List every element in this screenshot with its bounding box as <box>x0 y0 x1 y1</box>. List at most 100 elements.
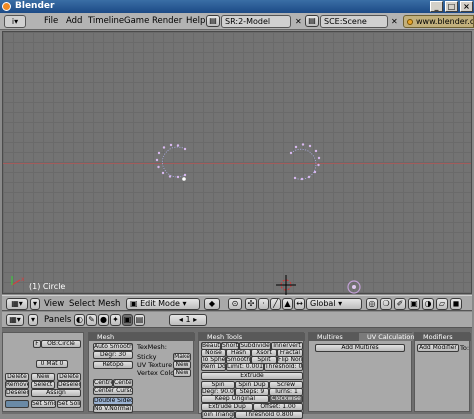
menu-render[interactable]: Render <box>152 16 182 27</box>
scene-context-icon[interactable]: ▤ <box>134 314 145 326</box>
menu-select[interactable]: Select <box>69 299 95 309</box>
menu-file[interactable]: File <box>44 16 58 27</box>
clockwise-toggle[interactable]: Clockwise <box>269 395 303 403</box>
mesh-overlay: x <box>11 143 361 295</box>
menu-timeline[interactable]: Timeline <box>88 16 124 27</box>
centre-button[interactable]: Centre <box>93 379 113 387</box>
scene-browse-button[interactable]: ▤ <box>305 15 319 27</box>
uv-calculation-tab[interactable]: UV Calculation <box>359 333 415 341</box>
threshold-field[interactable]: Threshold: 0.010 <box>264 363 303 371</box>
mode-select[interactable]: ▣ Edit Mode ▾ <box>126 298 200 310</box>
menu-view[interactable]: View <box>44 299 64 309</box>
proportional-edit-icon[interactable]: ◎ <box>366 298 378 310</box>
center-new-button[interactable]: Center New <box>113 379 133 387</box>
f-button[interactable]: F <box>33 340 41 348</box>
screen-delete-icon[interactable]: ✕ <box>295 17 302 26</box>
editor-type-menu-icon[interactable]: ▦▾ <box>6 298 28 310</box>
join-triangles-button[interactable]: Join Triangles <box>201 411 235 419</box>
multires-tab[interactable]: Multires <box>309 333 359 341</box>
buttons-editor-type-icon[interactable]: ▦▾ <box>6 314 24 326</box>
translate-icon[interactable]: ↔ <box>294 298 305 310</box>
draw-type-icon[interactable]: ◆ <box>204 298 220 310</box>
window-type-menu-icon[interactable]: i▾ <box>4 15 26 28</box>
render-preview-icon[interactable]: ◑ <box>422 298 434 310</box>
scene-delete-icon[interactable]: ✕ <box>391 17 398 26</box>
modifiers-panel: Modifiers Add Modifier To: <box>414 332 471 412</box>
delete-material-button-2[interactable]: Delete <box>57 373 81 381</box>
3d-cursor <box>276 275 296 295</box>
left-circle-vertices <box>155 143 187 179</box>
lock-icon[interactable]: ◼ <box>450 298 462 310</box>
blender-url-link[interactable]: www.blender.org <box>403 15 474 28</box>
add-multires-button[interactable]: Add Multires <box>315 344 405 352</box>
set-smooth-button[interactable]: Set Smooth <box>31 400 56 408</box>
mesh-panel-title[interactable]: Mesh <box>89 333 195 341</box>
sticky-make-button[interactable]: Make <box>173 353 191 361</box>
face-select-icon[interactable]: ▲ <box>282 298 293 310</box>
menu-help[interactable]: Help <box>186 16 205 27</box>
scene-name-field[interactable]: SCE:Scene <box>320 15 388 28</box>
blender-logo-icon <box>2 2 11 11</box>
set-solid-button[interactable]: Set Solid <box>57 400 81 408</box>
object-name-field[interactable]: OB:Circle <box>41 340 81 348</box>
script-context-icon[interactable]: ✎ <box>86 314 97 326</box>
double-sided-toggle[interactable]: Double Sided <box>93 397 133 405</box>
vertex-color-swatch[interactable] <box>5 400 29 408</box>
menu-add[interactable]: Add <box>66 16 82 27</box>
uv-texture-new-button[interactable]: New <box>173 361 191 369</box>
edge-select-icon[interactable]: ╱ <box>270 298 281 310</box>
material-index-field[interactable]: 0 Mat 0 <box>36 360 68 368</box>
rem-doubles-button[interactable]: Rem Doubles <box>201 363 226 371</box>
shading-context-icon[interactable]: ● <box>98 314 109 326</box>
degr-field[interactable]: Degr: 30 <box>93 351 133 359</box>
keep-original-toggle[interactable]: Keep Original <box>201 395 269 403</box>
buttons-collapse-icon[interactable]: ▾ <box>28 314 38 326</box>
new-material-button[interactable]: New <box>31 373 55 381</box>
select-button[interactable]: Select <box>31 381 55 389</box>
retopo-button[interactable]: Retopo <box>93 361 133 369</box>
minimize-button[interactable]: _ <box>430 1 443 12</box>
3d-viewport[interactable]: x (1) Circle <box>2 31 472 295</box>
center-cursor-button[interactable]: Center Cursor <box>93 387 133 395</box>
assign-button[interactable]: Assign <box>31 389 81 397</box>
panels-menu[interactable]: Panels <box>44 315 71 325</box>
join-threshold-field[interactable]: Threshold 0.800 <box>235 411 303 419</box>
close-button[interactable]: × <box>460 1 473 12</box>
screen-name-field[interactable]: SR:2-Model <box>221 15 291 28</box>
vertex-color-new-button[interactable]: New <box>173 369 191 377</box>
layer-icon[interactable]: ▣ <box>408 298 420 310</box>
camera-icon[interactable]: ▱ <box>436 298 448 310</box>
maximize-button[interactable]: □ <box>445 1 458 12</box>
delete-material-button[interactable]: Delete <box>5 373 29 381</box>
limit-field[interactable]: Limit: 0.001 <box>226 363 264 371</box>
occlude-background-icon[interactable]: ❍ <box>380 298 392 310</box>
screen-browse-button[interactable]: ▤ <box>206 15 220 27</box>
mesh-tools-panel-title[interactable]: Mesh Tools <box>199 333 305 341</box>
remove-button[interactable]: Remove <box>5 381 29 389</box>
menu-game[interactable]: Game <box>124 16 149 27</box>
extrude-dup-button[interactable]: Extrude Dup <box>201 403 253 411</box>
deselect-button[interactable]: Deselect <box>57 381 81 389</box>
menu-mesh[interactable]: Mesh <box>98 299 120 309</box>
object-context-icon[interactable]: ✦ <box>110 314 121 326</box>
editing-context-icon[interactable]: ▣ <box>122 314 133 326</box>
no-v-normal-flip-toggle[interactable]: No V.Normal Flip <box>93 405 133 413</box>
header-collapse-icon[interactable]: ▾ <box>30 298 40 310</box>
sticky-label: Sticky <box>137 353 157 361</box>
object-center-marker <box>347 280 361 294</box>
modifiers-panel-title[interactable]: Modifiers <box>415 333 471 341</box>
add-modifier-button[interactable]: Add Modifier <box>417 344 459 352</box>
vertex-select-icon[interactable]: · <box>258 298 269 310</box>
manipulator-icon[interactable]: ✣ <box>245 298 257 310</box>
orientation-select[interactable]: Global ▾ <box>306 298 362 310</box>
offset-field[interactable]: Offset: 1.00 <box>253 403 303 411</box>
pivot-icon[interactable]: ⊙ <box>228 298 242 310</box>
logic-context-icon[interactable]: ◐ <box>74 314 85 326</box>
extrude-button[interactable]: Extrude <box>201 372 303 380</box>
deselect-button-2[interactable]: Deselect <box>5 389 29 397</box>
snap-icon[interactable]: ✐ <box>394 298 406 310</box>
frame-field[interactable]: ◂ 1 ▸ <box>169 314 207 326</box>
auto-smooth-button[interactable]: Auto Smooth <box>93 343 133 351</box>
info-header: i▾ File Add Timeline Game Render Help ▤ … <box>0 13 474 30</box>
mesh-panel: Mesh Auto Smooth Degr: 30 Retopo TexMesh… <box>88 332 195 413</box>
